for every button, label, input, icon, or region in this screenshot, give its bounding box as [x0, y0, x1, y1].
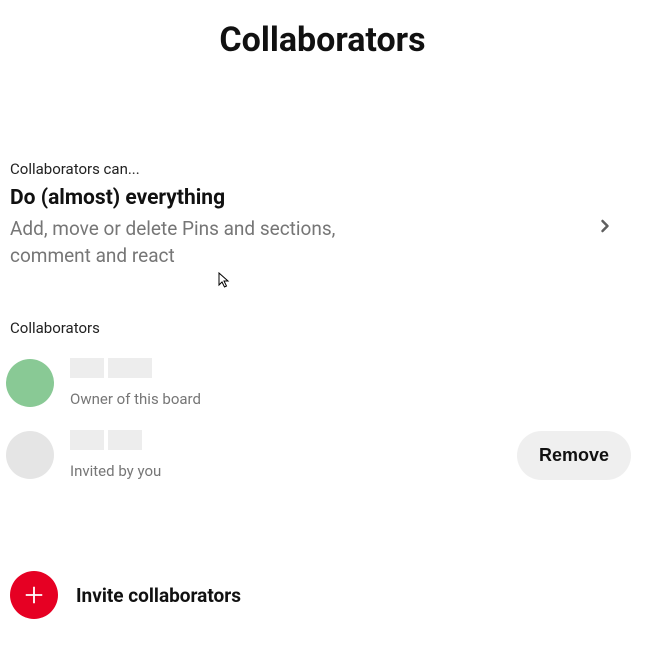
collaborator-subtitle: Owner of this board	[70, 390, 635, 408]
avatar	[6, 359, 54, 407]
page-title: Collaborators	[0, 20, 645, 60]
permissions-section: Collaborators can... Do (almost) everyth…	[0, 160, 645, 269]
permissions-section-label: Collaborators can...	[0, 160, 645, 178]
cursor-icon	[218, 272, 234, 288]
permissions-text: Do (almost) everything Add, move or dele…	[10, 186, 510, 269]
collaborator-subtitle: Invited by you	[70, 462, 517, 480]
invite-collaborators-row[interactable]: Invite collaborators	[0, 571, 645, 619]
permissions-title: Do (almost) everything	[10, 186, 510, 210]
permissions-description: Add, move or delete Pins and sections, c…	[10, 216, 370, 269]
permissions-row[interactable]: Do (almost) everything Add, move or dele…	[0, 178, 645, 269]
collaborator-info: Invited by you	[70, 430, 517, 480]
collaborator-action: Remove	[517, 431, 635, 480]
collaborators-list: Owner of this board Invited by you Remov…	[0, 347, 645, 491]
collaborator-row-owner: Owner of this board	[0, 347, 645, 419]
plus-icon	[10, 571, 58, 619]
chevron-right-icon	[595, 216, 615, 240]
invite-label: Invite collaborators	[76, 584, 241, 607]
collaborators-section: Collaborators Owner of this board Invite…	[0, 319, 645, 491]
collaborator-row-invited: Invited by you Remove	[0, 419, 645, 491]
collaborators-section-label: Collaborators	[0, 319, 645, 337]
collaborator-info: Owner of this board	[70, 358, 635, 408]
collaborator-name	[70, 430, 517, 458]
avatar	[6, 431, 54, 479]
collaborator-name	[70, 358, 635, 386]
remove-button[interactable]: Remove	[517, 431, 631, 480]
